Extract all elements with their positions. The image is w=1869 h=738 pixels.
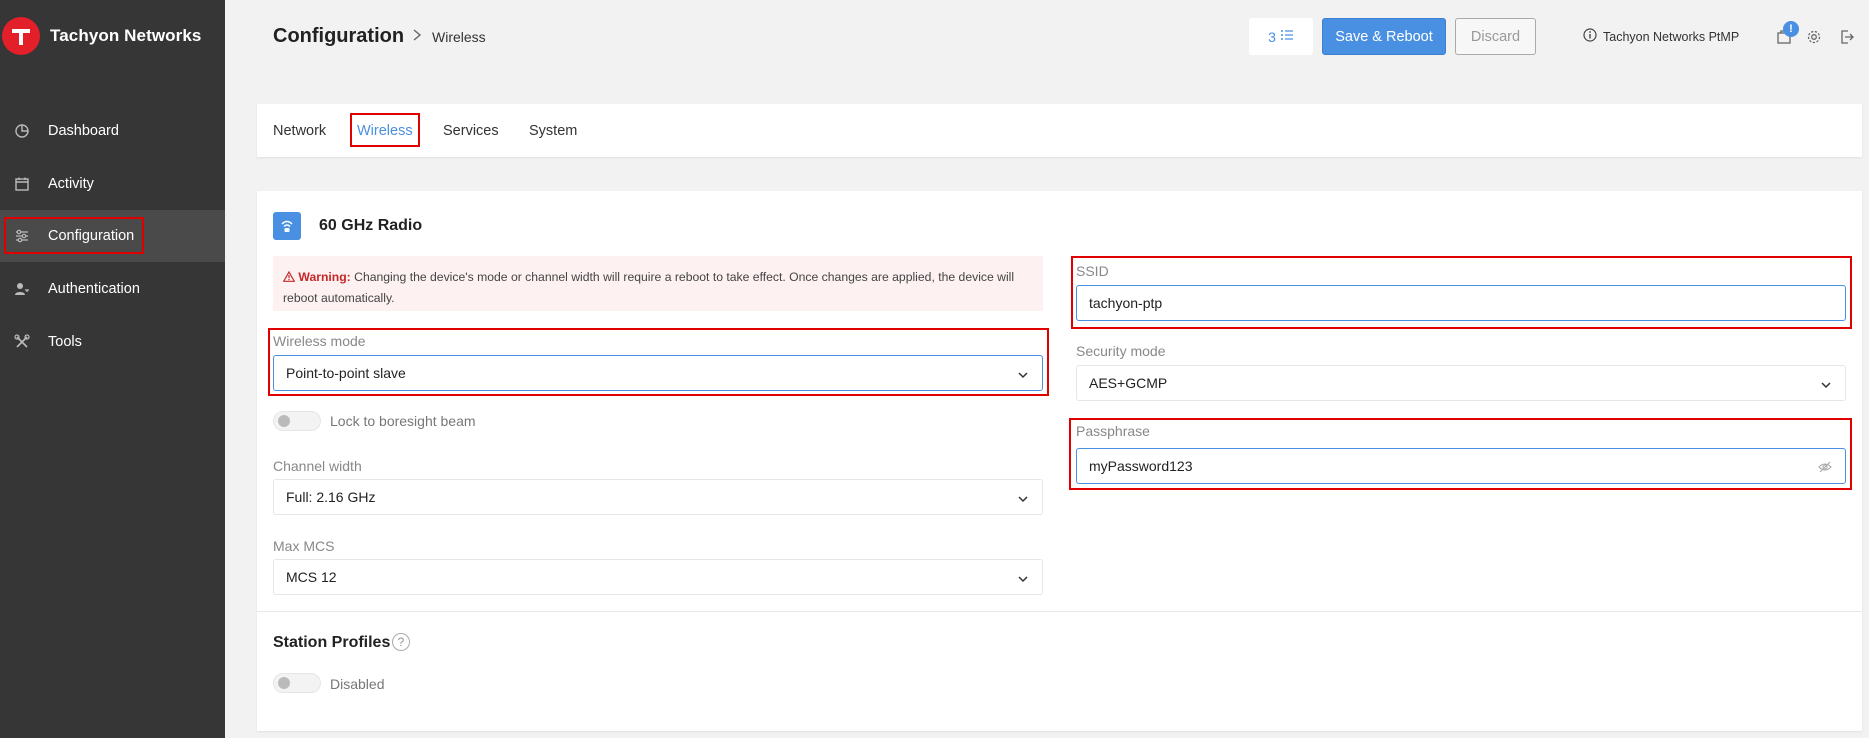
station-profiles-status: Disabled (330, 676, 385, 692)
chevron-down-icon (1820, 378, 1832, 390)
sidebar-item-activity[interactable]: Activity (0, 158, 225, 210)
tab-services[interactable]: Services (443, 123, 499, 139)
device-name: Tachyon Networks PtMP (1603, 29, 1740, 44)
wireless-mode-value: Point-to-point slave (286, 365, 406, 381)
sidebar-item-label: Tools (48, 334, 82, 350)
device-info[interactable]: Tachyon Networks PtMP (1583, 28, 1739, 45)
notification-badge: ! (1783, 21, 1799, 37)
changes-count: 3 (1268, 28, 1276, 45)
section-title: 60 GHz Radio (319, 217, 423, 234)
help-icon[interactable]: ? (392, 633, 410, 651)
sidebar-item-configuration[interactable]: Configuration (0, 210, 225, 262)
security-mode-label: Security mode (1076, 343, 1166, 359)
divider (257, 611, 1862, 612)
channel-width-label: Channel width (273, 458, 362, 474)
info-icon (1583, 28, 1597, 45)
chevron-right-icon (411, 28, 423, 47)
eye-off-icon[interactable] (1818, 460, 1832, 474)
ssid-label: SSID (1076, 263, 1109, 279)
warning-icon (282, 270, 298, 284)
pie-chart-icon (14, 123, 30, 139)
passphrase-label: Passphrase (1076, 423, 1150, 439)
breadcrumb-current: Wireless (432, 29, 486, 45)
tachyon-logo-icon (2, 17, 40, 55)
gear-icon[interactable] (1805, 28, 1823, 46)
list-icon (1280, 28, 1294, 45)
passphrase-value: myPassword123 (1089, 458, 1193, 474)
boresight-toggle[interactable] (273, 411, 321, 431)
station-profiles-title: Station Profiles (273, 634, 391, 651)
channel-width-select[interactable]: Full: 2.16 GHz (273, 479, 1043, 515)
max-mcs-value: MCS 12 (286, 569, 337, 585)
passphrase-input[interactable]: myPassword123 (1076, 448, 1846, 484)
tools-icon (14, 334, 30, 350)
pending-changes-button[interactable]: 3 (1249, 18, 1313, 55)
page-title: Configuration (273, 25, 405, 47)
tab-network[interactable]: Network (273, 123, 326, 139)
wifi-radio-icon (273, 212, 301, 240)
chevron-down-icon (1017, 572, 1029, 584)
logout-icon[interactable] (1838, 28, 1856, 46)
channel-width-value: Full: 2.16 GHz (286, 489, 376, 505)
chevron-down-icon (1017, 492, 1029, 504)
sidebar-item-dashboard[interactable]: Dashboard (0, 105, 225, 157)
security-mode-value: AES+GCMP (1089, 375, 1168, 391)
sidebar-item-label: Dashboard (48, 123, 119, 139)
sidebar-item-label: Authentication (48, 281, 140, 297)
wireless-mode-label: Wireless mode (273, 333, 366, 349)
warning-label: Warning: (298, 270, 351, 284)
max-mcs-select[interactable]: MCS 12 (273, 559, 1043, 595)
tab-system[interactable]: System (529, 123, 577, 139)
wireless-mode-select[interactable]: Point-to-point slave (273, 355, 1043, 391)
sidebar-item-tools[interactable]: Tools (0, 316, 225, 368)
security-mode-select[interactable]: AES+GCMP (1076, 365, 1846, 401)
sidebar: Tachyon Networks Dashboard Activity Conf… (0, 0, 225, 738)
config-tabs: Network Wireless Services System (257, 104, 1862, 157)
sidebar-item-authentication[interactable]: Authentication (0, 263, 225, 315)
tab-wireless[interactable]: Wireless (357, 123, 413, 139)
user-key-icon (14, 281, 30, 297)
brand-name: Tachyon Networks (50, 26, 202, 45)
ssid-value: tachyon-ptp (1089, 295, 1163, 311)
warning-text: Changing the device's mode or channel wi… (283, 270, 1015, 305)
save-reboot-button[interactable]: Save & Reboot (1322, 18, 1446, 55)
boresight-label: Lock to boresight beam (330, 413, 476, 429)
discard-button[interactable]: Discard (1455, 18, 1536, 55)
sidebar-item-label: Configuration (48, 228, 135, 244)
sliders-icon (14, 228, 30, 244)
chevron-down-icon (1017, 368, 1029, 380)
sidebar-item-label: Activity (48, 176, 94, 192)
max-mcs-label: Max MCS (273, 538, 335, 554)
calendar-icon (14, 176, 30, 192)
reboot-warning: Warning: Changing the device's mode or c… (273, 256, 1043, 311)
ssid-input[interactable]: tachyon-ptp (1076, 285, 1846, 321)
station-profiles-toggle[interactable] (273, 673, 321, 693)
brand[interactable]: Tachyon Networks (2, 17, 202, 55)
